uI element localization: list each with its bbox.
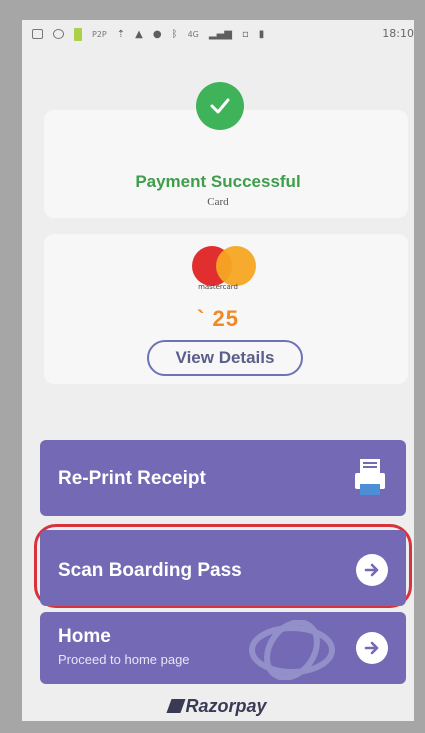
- reprint-receipt-label: Re-Print Receipt: [58, 468, 206, 489]
- home-button[interactable]: Home Proceed to home page: [40, 612, 406, 684]
- arrow-right-icon: [356, 554, 388, 586]
- razorpay-brand-text: Razorpay: [185, 696, 267, 716]
- upload-icon: ⇡: [116, 28, 126, 40]
- location-icon: ●: [152, 28, 162, 40]
- home-subtitle: Proceed to home page: [58, 652, 190, 667]
- view-details-button[interactable]: View Details: [147, 340, 303, 376]
- mastercard-logo: [192, 246, 256, 288]
- network-type: 4G: [187, 29, 199, 39]
- signal-icon: ▂▄▆: [208, 28, 232, 40]
- razorpay-logo: Razorpay: [22, 696, 414, 717]
- mastercard-text: mastercard: [198, 283, 238, 291]
- payment-success-title: Payment Successful: [135, 172, 301, 191]
- payment-amount: ` 25: [197, 306, 239, 331]
- status-bar: P2P ⇡ ▲ ● ᛒ 4G ▂▄▆ ▫ ▮ 18:10: [22, 20, 414, 48]
- sim-icon: ▫: [241, 28, 249, 40]
- reprint-receipt-button[interactable]: Re-Print Receipt: [40, 440, 406, 516]
- watermark-logo: [249, 620, 335, 680]
- battery-icon: [74, 27, 82, 41]
- printer-icon: [355, 459, 385, 495]
- status-time: 18:10: [382, 27, 414, 40]
- message-icon: [32, 29, 43, 39]
- arrow-right-icon: [356, 632, 388, 664]
- p2p-indicator: P2P: [92, 29, 107, 39]
- app-icon: [53, 29, 64, 39]
- battery-level-icon: ▮: [258, 28, 265, 40]
- success-check-icon: [196, 82, 244, 130]
- app-screen: P2P ⇡ ▲ ● ᛒ 4G ▂▄▆ ▫ ▮ 18:10 Payment Suc…: [22, 20, 414, 721]
- razorpay-mark-icon: [166, 699, 187, 713]
- home-label: Home: [58, 626, 111, 647]
- scan-boarding-pass-button[interactable]: Scan Boarding Pass: [40, 530, 406, 606]
- scan-boarding-pass-label: Scan Boarding Pass: [58, 560, 242, 581]
- bluetooth-icon: ᛒ: [171, 28, 178, 40]
- payment-method-label: Card: [207, 196, 229, 208]
- warning-icon: ▲: [135, 28, 143, 40]
